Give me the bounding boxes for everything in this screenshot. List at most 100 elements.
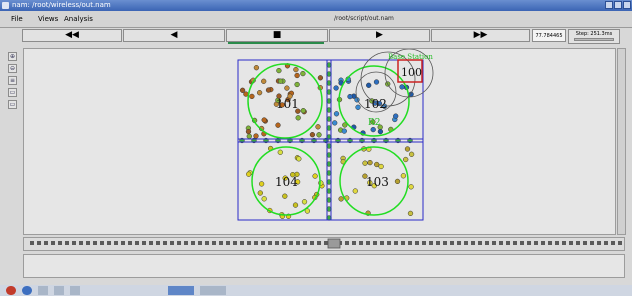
- taskbar: [0, 285, 632, 296]
- fast-forward-button[interactable]: ▶▶: [431, 29, 530, 42]
- timeline-tick: [506, 241, 510, 245]
- time-display: 77.784465: [532, 29, 566, 42]
- timeline-tick: [380, 241, 384, 245]
- timeline-tick: [611, 241, 615, 245]
- browser-icon[interactable]: [22, 286, 32, 295]
- annotation-panel[interactable]: [23, 254, 625, 278]
- app-icon[interactable]: [70, 286, 80, 295]
- timeline-tick: [135, 241, 139, 245]
- timeline-tick: [268, 241, 272, 245]
- window-menu-icon[interactable]: [2, 2, 9, 9]
- timeline-slider[interactable]: [23, 237, 625, 251]
- network-view: 101 102 103 104 100 Base Station R2: [237, 49, 434, 221]
- stop-button[interactable]: ■: [226, 29, 328, 42]
- files-icon[interactable]: [38, 286, 48, 295]
- menu-file[interactable]: File: [11, 15, 23, 23]
- rewind-button[interactable]: ◀◀: [22, 29, 122, 42]
- timeline-tick: [492, 241, 496, 245]
- sensor-node: [408, 184, 414, 190]
- sensor-node: [393, 113, 399, 119]
- timeline-tick: [170, 241, 174, 245]
- timeline-tick: [324, 241, 328, 245]
- sensor-node: [341, 128, 347, 134]
- menu-bar: File Views Analysis /root/script/out.nam: [0, 11, 632, 28]
- sensor-node: [352, 188, 358, 194]
- menu-views[interactable]: Views: [38, 15, 58, 23]
- close-icon[interactable]: [623, 1, 631, 9]
- rewind-icon: ◀◀: [65, 30, 79, 40]
- sensor-node: [332, 120, 338, 126]
- sensor-node: [333, 111, 340, 117]
- node-label-102: 102: [364, 97, 387, 111]
- sensor-node: [403, 156, 409, 163]
- timeline-tick: [373, 241, 377, 245]
- timeline-tick: [79, 241, 83, 245]
- timeline-tick: [261, 241, 265, 245]
- timeline-tick: [86, 241, 90, 245]
- timeline-tick: [205, 241, 209, 245]
- maximize-icon[interactable]: [614, 1, 622, 9]
- sensor-node: [378, 163, 384, 170]
- menu-analysis[interactable]: Analysis: [64, 15, 93, 23]
- simulation-canvas[interactable]: 101 102 103 104 100 Base Station R2: [23, 48, 616, 235]
- timeline-tick: [618, 241, 622, 245]
- timeline-tick: [478, 241, 482, 245]
- sensor-node: [246, 171, 252, 177]
- timeline-tick: [212, 241, 216, 245]
- step-slider[interactable]: Step: 251.3ms: [568, 29, 620, 44]
- node-label-101: 101: [276, 97, 299, 111]
- sensor-node: [245, 128, 252, 135]
- sensor-node: [333, 85, 339, 91]
- timeline-handle[interactable]: [327, 238, 341, 249]
- sensor-node: [374, 161, 380, 168]
- timeline-tick: [401, 241, 405, 245]
- terminal-icon[interactable]: [54, 286, 64, 295]
- timeline-tick: [450, 241, 454, 245]
- vertical-scrollbar[interactable]: [617, 48, 626, 235]
- sensor-node: [408, 151, 415, 157]
- sensor-node: [284, 85, 290, 91]
- timeline-tick: [541, 241, 545, 245]
- play-button[interactable]: ▶: [329, 29, 430, 42]
- timeline-tick: [128, 241, 132, 245]
- zoom-out-icon[interactable]: ⊖: [8, 64, 17, 73]
- timeline-tick: [471, 241, 475, 245]
- title-bar: nam: /root/wireless/out.nam: [0, 0, 632, 11]
- window-tab-2[interactable]: [200, 286, 226, 295]
- layout-icon[interactable]: ≡: [8, 76, 17, 85]
- sensor-node: [407, 210, 414, 217]
- window-tab-1[interactable]: [168, 286, 194, 295]
- sensor-node: [362, 160, 368, 166]
- sensor-node: [246, 133, 252, 139]
- sensor-node: [377, 128, 384, 135]
- sensor-node: [367, 159, 373, 166]
- back-icon: ◀: [170, 30, 178, 40]
- start-icon[interactable]: [6, 286, 16, 295]
- timeline-tick: [219, 241, 223, 245]
- step-back-button[interactable]: ◀: [123, 29, 225, 42]
- minimize-icon[interactable]: [605, 1, 613, 9]
- timeline-tick: [436, 241, 440, 245]
- stop-icon: ■: [272, 30, 282, 40]
- timeline-tick: [289, 241, 293, 245]
- timeline-tick: [443, 241, 447, 245]
- timeline-tick: [191, 241, 195, 245]
- sensor-node: [277, 149, 283, 155]
- sensor-node: [404, 146, 411, 152]
- timeline-tick: [415, 241, 419, 245]
- sensor-node: [301, 199, 308, 205]
- file-name: /root/script/out.nam: [334, 15, 394, 22]
- view-icon[interactable]: ▭: [8, 88, 17, 97]
- zoom-in-icon[interactable]: ⊕: [8, 52, 17, 61]
- timeline-tick: [51, 241, 55, 245]
- timeline-tick: [121, 241, 125, 245]
- sensor-node: [373, 79, 380, 85]
- step-slider-track[interactable]: [574, 38, 614, 41]
- monitor-icon[interactable]: ▭: [8, 100, 17, 109]
- sensor-node: [300, 70, 306, 77]
- sensor-node: [258, 181, 265, 187]
- timeline-tick: [282, 241, 286, 245]
- timeline-tick: [576, 241, 580, 245]
- timeline-tick: [303, 241, 307, 245]
- timeline-tick: [275, 241, 279, 245]
